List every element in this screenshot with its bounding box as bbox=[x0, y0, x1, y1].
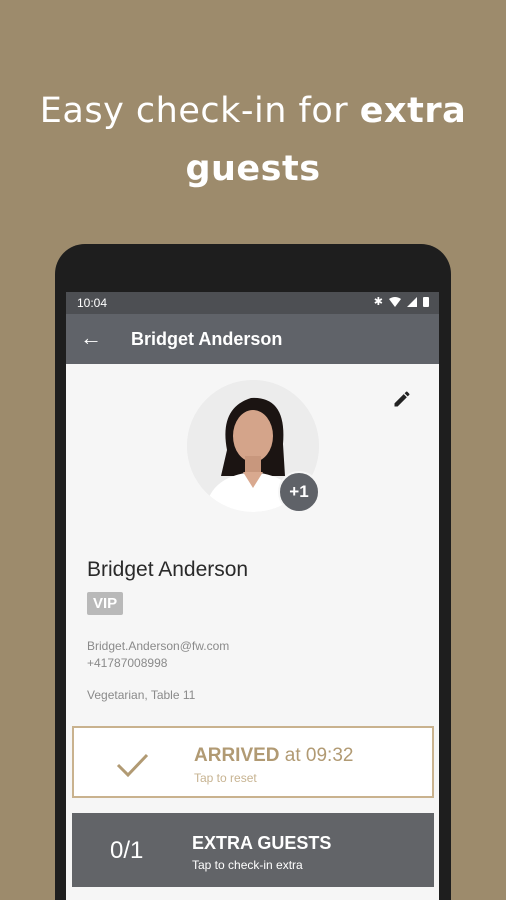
app-screen: 10:04 ✱ ← Bridget Anderson +1 Bridget An… bbox=[66, 292, 439, 900]
arrived-status: ARRIVED at 09:32 bbox=[194, 745, 353, 767]
extra-guest-count-badge: +1 bbox=[278, 471, 320, 513]
tap-to-reset-hint: Tap to reset bbox=[194, 771, 257, 785]
checkmark-icon bbox=[116, 753, 149, 778]
wifi-icon bbox=[389, 296, 401, 307]
guest-name: Bridget Anderson bbox=[87, 558, 249, 581]
vip-badge: VIP bbox=[87, 592, 124, 615]
bluetooth-icon: ✱ bbox=[373, 296, 383, 308]
headline-bold-1: extra bbox=[359, 91, 467, 131]
signal-icon bbox=[407, 296, 417, 307]
headline-regular: Easy check-in for bbox=[39, 91, 360, 131]
headline-bold-2: guests bbox=[185, 149, 321, 189]
arrived-status-card[interactable]: ARRIVED at 09:32 Tap to reset bbox=[72, 726, 434, 798]
status-bar: 10:04 ✱ bbox=[66, 292, 439, 314]
back-arrow-icon[interactable]: ← bbox=[80, 326, 102, 350]
guest-notes: Vegetarian, Table 11 bbox=[87, 688, 196, 702]
extra-guests-count: 0/1 bbox=[110, 837, 144, 864]
guest-phone: +41787008998 bbox=[87, 656, 168, 670]
app-bar: ← Bridget Anderson bbox=[66, 314, 439, 364]
page-title: Bridget Anderson bbox=[131, 329, 283, 349]
battery-icon bbox=[423, 296, 429, 307]
arrived-time: at 09:32 bbox=[279, 745, 354, 766]
guest-email: Bridget.Anderson@fw.com bbox=[87, 639, 230, 653]
extra-guests-label: EXTRA GUESTS bbox=[192, 833, 332, 853]
status-icons: ✱ bbox=[374, 295, 429, 308]
status-time: 10:04 bbox=[77, 296, 108, 310]
extra-guests-card[interactable]: 0/1 EXTRA GUESTS Tap to check-in extra bbox=[72, 813, 434, 887]
arrived-label: ARRIVED bbox=[194, 745, 280, 766]
extra-guests-hint: Tap to check-in extra bbox=[192, 858, 303, 872]
promo-headline: Easy check-in for extra guests bbox=[0, 82, 506, 198]
edit-pencil-icon[interactable] bbox=[392, 389, 412, 409]
